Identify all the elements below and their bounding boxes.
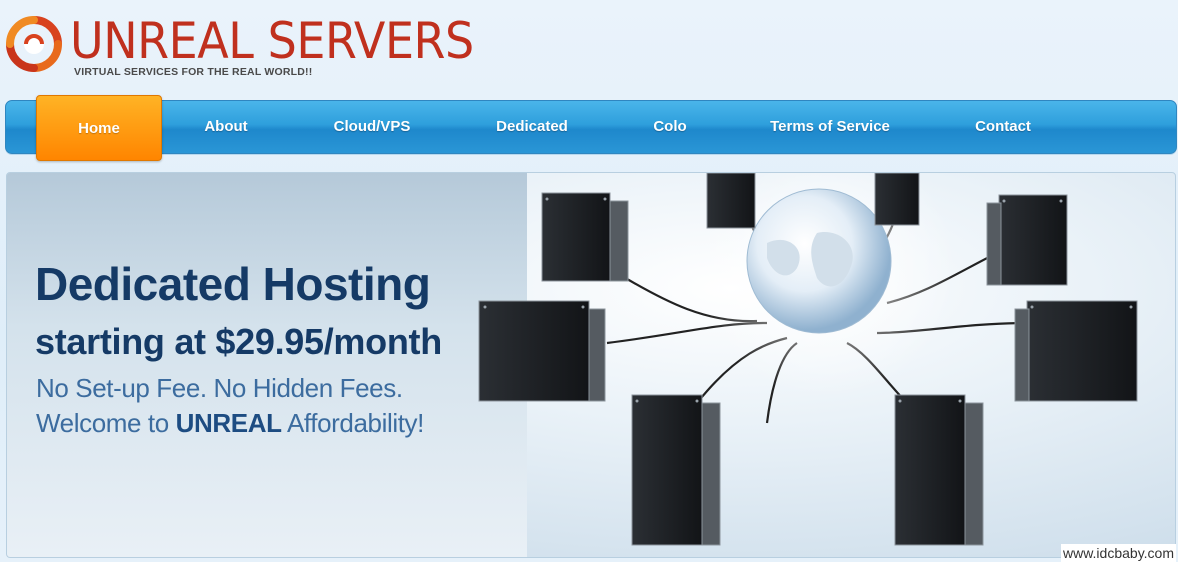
- hero-banner[interactable]: Dedicated Hosting starting at $29.95/mon…: [6, 172, 1176, 558]
- nav-terms-of-service[interactable]: Terms of Service: [754, 101, 906, 153]
- banner-fee-text: No Set-up Fee. No Hidden Fees.: [36, 373, 403, 403]
- brand-name[interactable]: UNREAL SERVERS: [70, 14, 474, 68]
- banner-background: [7, 173, 527, 557]
- banner-subheadline: starting at $29.95/month: [35, 321, 442, 362]
- main-navigation: Home About Cloud/VPS Dedicated Colo Term…: [5, 95, 1177, 161]
- welcome-brand: UNREAL: [175, 408, 282, 438]
- welcome-prefix: Welcome to: [36, 408, 176, 438]
- welcome-suffix: Affordability!: [281, 408, 424, 438]
- nav-cloud-vps[interactable]: Cloud/VPS: [312, 101, 432, 153]
- banner-welcome-text: Welcome to UNREAL Affordability!: [36, 408, 424, 439]
- nav-dedicated[interactable]: Dedicated: [472, 101, 592, 153]
- servers-globe-illustration: [478, 173, 1138, 546]
- nav-contact[interactable]: Contact: [958, 101, 1048, 153]
- swirl-logo-icon[interactable]: [4, 14, 64, 74]
- banner-headline: Dedicated Hosting: [35, 258, 431, 310]
- nav-home[interactable]: Home: [36, 95, 162, 161]
- nav-about[interactable]: About: [176, 101, 276, 153]
- site-header: UNREAL SERVERS VIRTUAL SERVICES FOR THE …: [0, 0, 1178, 96]
- brand-tagline: VIRTUAL SERVICES FOR THE REAL WORLD!!: [74, 66, 313, 78]
- nav-colo[interactable]: Colo: [630, 101, 710, 153]
- watermark: www.idcbaby.com: [1060, 544, 1176, 562]
